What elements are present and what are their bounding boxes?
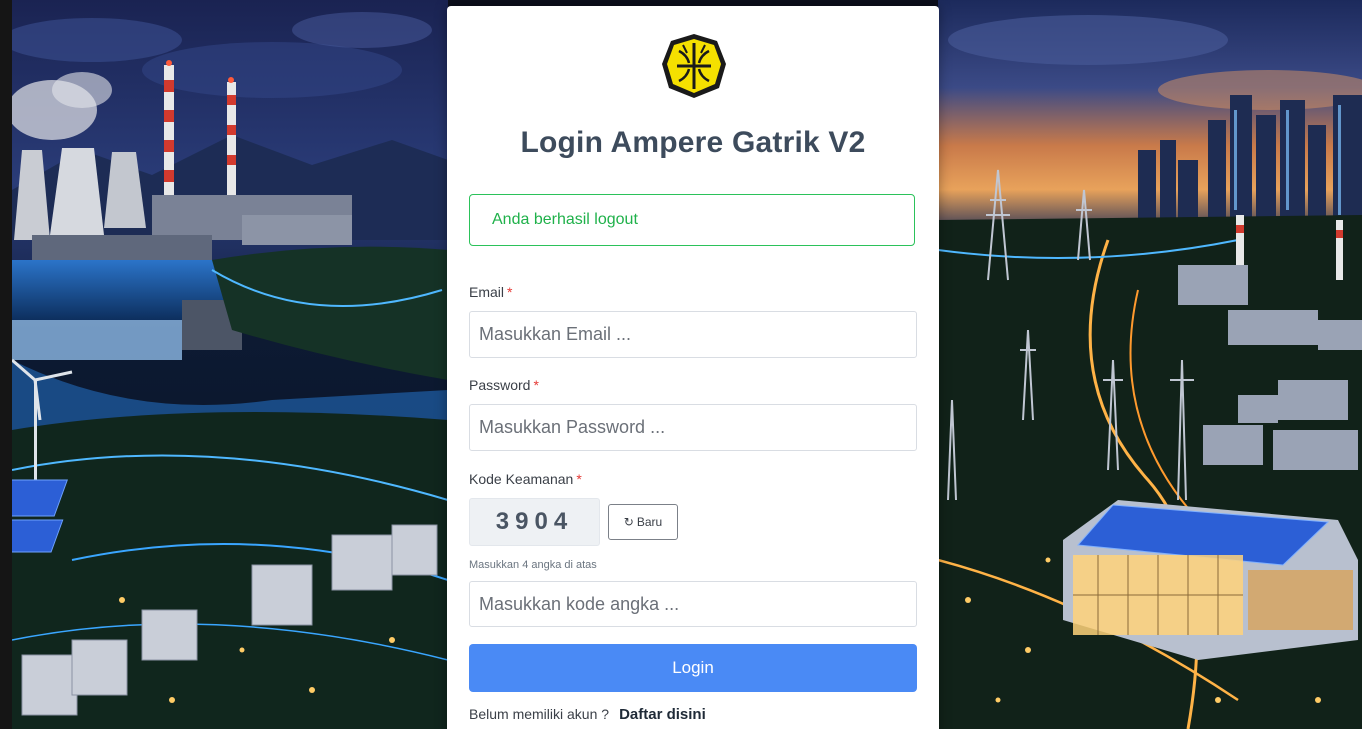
refresh-captcha-label: Baru [636, 515, 663, 529]
captcha-hint: Masukkan 4 angka di atas [469, 559, 597, 571]
logout-success-alert: Anda berhasil logout [469, 194, 915, 246]
captcha-code: 3904 [469, 498, 600, 546]
required-marker: * [507, 284, 513, 300]
email-input[interactable] [469, 311, 917, 358]
password-input[interactable] [469, 404, 917, 451]
email-label: Email * [469, 284, 512, 300]
refresh-icon: ↻ [623, 515, 634, 529]
login-button[interactable]: Login [469, 644, 917, 692]
required-marker: * [533, 377, 539, 393]
background-illustration-left [12, 0, 448, 729]
login-card: Login Ampere Gatrik V2 Anda berhasil log… [447, 6, 939, 729]
page-title: Login Ampere Gatrik V2 [520, 126, 866, 159]
background-illustration-right [938, 0, 1362, 729]
required-marker: * [576, 471, 582, 487]
password-label-text: Password [469, 377, 531, 393]
login-page: Login Ampere Gatrik V2 Anda berhasil log… [0, 0, 1362, 729]
security-code-label: Kode Keamanan * [469, 471, 582, 487]
register-prompt-text: Belum memiliki akun ? [469, 706, 610, 722]
security-code-label-text: Kode Keamanan [469, 471, 574, 487]
register-prompt: Belum memiliki akun ? Daftar disini [469, 706, 706, 723]
password-label: Password * [469, 377, 539, 393]
security-code-input[interactable] [469, 581, 917, 627]
window-edge [0, 0, 12, 729]
ministry-emblem-icon [659, 31, 729, 101]
refresh-captcha-button[interactable]: ↻ Baru [608, 504, 678, 540]
register-link[interactable]: Daftar disini [619, 706, 706, 723]
email-label-text: Email [469, 284, 505, 300]
